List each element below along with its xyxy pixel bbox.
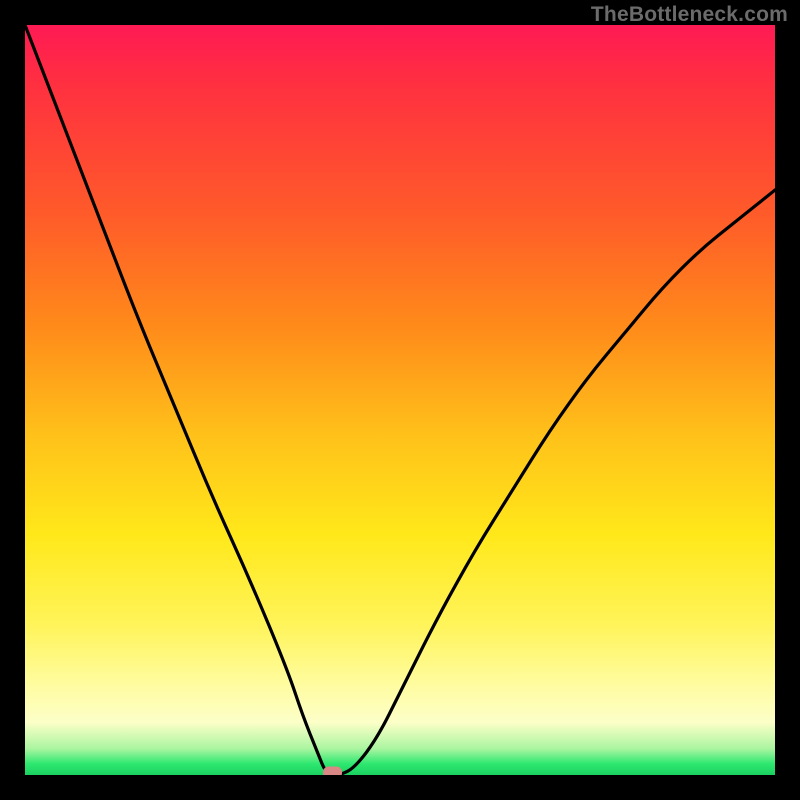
chart-frame: TheBottleneck.com (0, 0, 800, 800)
plot-area (25, 25, 775, 775)
minimum-marker (324, 767, 342, 775)
bottleneck-curve (25, 25, 775, 775)
curve-path (25, 25, 775, 775)
watermark-text: TheBottleneck.com (591, 3, 788, 27)
